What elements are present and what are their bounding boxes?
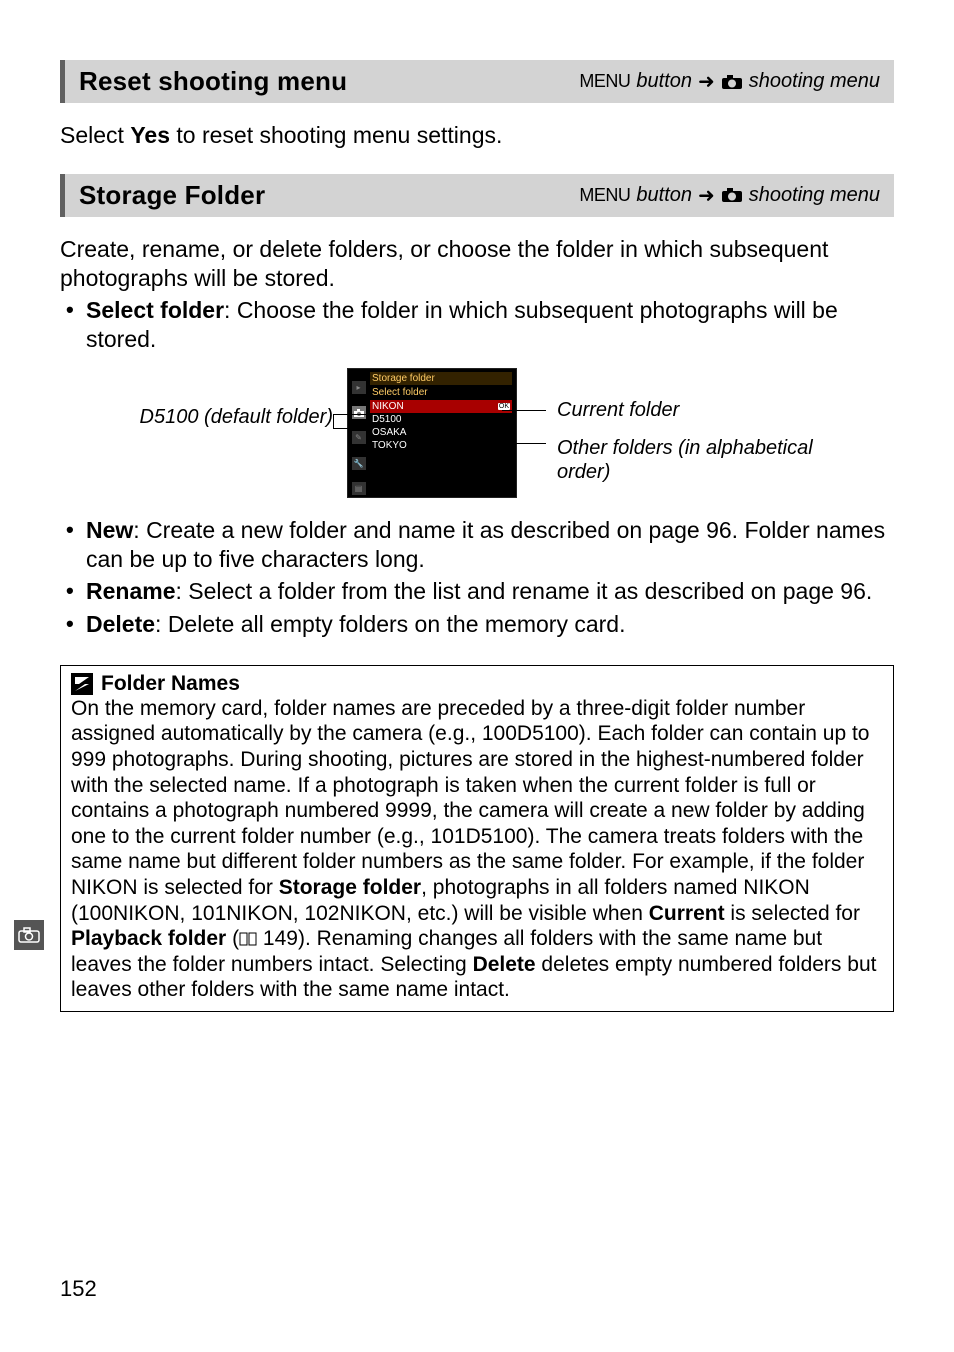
menu-label: MENU: [579, 71, 630, 92]
page-number: 152: [60, 1276, 97, 1302]
camera-side-icons: ▸ ✎ 🔧 ▤: [350, 381, 367, 495]
reset-body: Select Yes to reset shooting menu settin…: [60, 121, 894, 150]
section-title-storage: Storage Folder: [79, 180, 265, 211]
shooting-menu-word: shooting menu: [749, 70, 880, 93]
diagram-center: ▸ ✎ 🔧 ▤ Storage folder Select folder NIK…: [347, 368, 547, 498]
screen-heading: Storage folder: [370, 372, 512, 385]
note-box-folder-names: Folder Names On the memory card, folder …: [60, 665, 894, 1012]
button-word: button: [636, 70, 692, 93]
leader-line: [333, 414, 334, 428]
section-bar-storage: Storage Folder MENU button ➜ shooting me…: [60, 174, 894, 217]
screen-sub: Select folder: [370, 387, 512, 398]
leader-line: [333, 428, 369, 429]
section-path-reset: MENU button ➜ shooting menu: [579, 69, 880, 94]
reset-body-post: to reset shooting menu settings.: [170, 122, 502, 148]
bullet-rename: Rename: Select a folder from the list an…: [60, 577, 894, 606]
shooting-tab-icon: [352, 406, 366, 419]
button-word: button: [636, 184, 692, 207]
note-t1: On the memory card, folder names are pre…: [71, 697, 869, 899]
folder-list: NIKON OK D5100 OSAKA TOKYO: [370, 400, 512, 452]
storage-intro: Create, rename, or delete folders, or ch…: [60, 235, 894, 293]
note-t4: (: [226, 927, 239, 950]
shooting-menu-word: shooting menu: [749, 184, 880, 207]
bullet-text: : Delete all empty folders on the memory…: [155, 611, 625, 637]
bullet-label: Select folder: [86, 297, 224, 323]
folder-name: TOKYO: [372, 440, 407, 451]
folder-item: D5100: [370, 413, 512, 426]
note-body: On the memory card, folder names are pre…: [61, 696, 893, 1011]
custom-tab-icon: ✎: [352, 431, 366, 444]
bullet-select-folder: Select folder: Choose the folder in whic…: [60, 296, 894, 354]
folder-name: NIKON: [372, 401, 404, 412]
reset-body-pre: Select: [60, 122, 130, 148]
note-b1: Storage folder: [279, 876, 421, 899]
playback-tab-icon: ▸: [352, 381, 366, 394]
folder-item-selected: NIKON OK: [370, 400, 512, 413]
bullet-delete: Delete: Delete all empty folders on the …: [60, 610, 894, 639]
leader-line: [333, 414, 369, 415]
section-title-reset: Reset shooting menu: [79, 66, 347, 97]
arrow-icon: ➜: [698, 69, 715, 94]
annotation-other-folders: Other folders (in alphabetical order): [557, 436, 847, 484]
note-title: Folder Names: [101, 672, 240, 696]
bullet-new: New: Create a new folder and name it as …: [60, 516, 894, 574]
note-b4: Delete: [473, 953, 536, 976]
arrow-icon: ➜: [698, 183, 715, 208]
ok-badge: OK: [498, 403, 510, 410]
note-b3: Playback folder: [71, 927, 226, 950]
annotation-current-folder: Current folder: [557, 398, 847, 422]
section-path-storage: MENU button ➜ shooting menu: [579, 183, 880, 208]
reset-body-bold: Yes: [130, 122, 170, 148]
note-page-ref: 149: [263, 927, 298, 950]
section-bar-reset: Reset shooting menu MENU button ➜ shooti…: [60, 60, 894, 103]
bullet-label: Delete: [86, 611, 155, 637]
camera-icon: [721, 187, 743, 203]
side-tab-camera-icon: [14, 920, 44, 950]
folder-name: OSAKA: [372, 427, 406, 438]
setup-tab-icon: 🔧: [352, 457, 366, 470]
folder-item: OSAKA: [370, 426, 512, 439]
retouch-tab-icon: ▤: [352, 482, 366, 495]
leader-line: [502, 443, 546, 444]
caution-icon: [71, 673, 93, 695]
folder-item: TOKYO: [370, 439, 512, 452]
storage-bullets-2: New: Create a new folder and name it as …: [60, 516, 894, 639]
storage-bullets-1: Select folder: Choose the folder in whic…: [60, 296, 894, 354]
menu-label: MENU: [579, 185, 630, 206]
diagram-right: Current folder Other folders (in alphabe…: [547, 368, 847, 484]
bullet-label: Rename: [86, 578, 175, 604]
note-t3: is selected for: [725, 902, 860, 925]
camera-icon: [721, 74, 743, 90]
bullet-text: : Select a folder from the list and rena…: [175, 578, 872, 604]
folder-name: D5100: [372, 414, 401, 425]
note-title-row: Folder Names: [61, 666, 893, 696]
note-b2: Current: [649, 902, 725, 925]
page-ref-icon: [239, 927, 257, 941]
bullet-text: : Create a new folder and name it as des…: [86, 517, 885, 572]
leader-line: [502, 410, 546, 411]
folder-diagram: D5100 (default folder) ▸ ✎ 🔧 ▤ Storage f…: [60, 368, 894, 498]
bullet-label: New: [86, 517, 133, 543]
camera-screen: ▸ ✎ 🔧 ▤ Storage folder Select folder NIK…: [347, 368, 517, 498]
diagram-left-label: D5100 (default folder): [107, 368, 347, 429]
